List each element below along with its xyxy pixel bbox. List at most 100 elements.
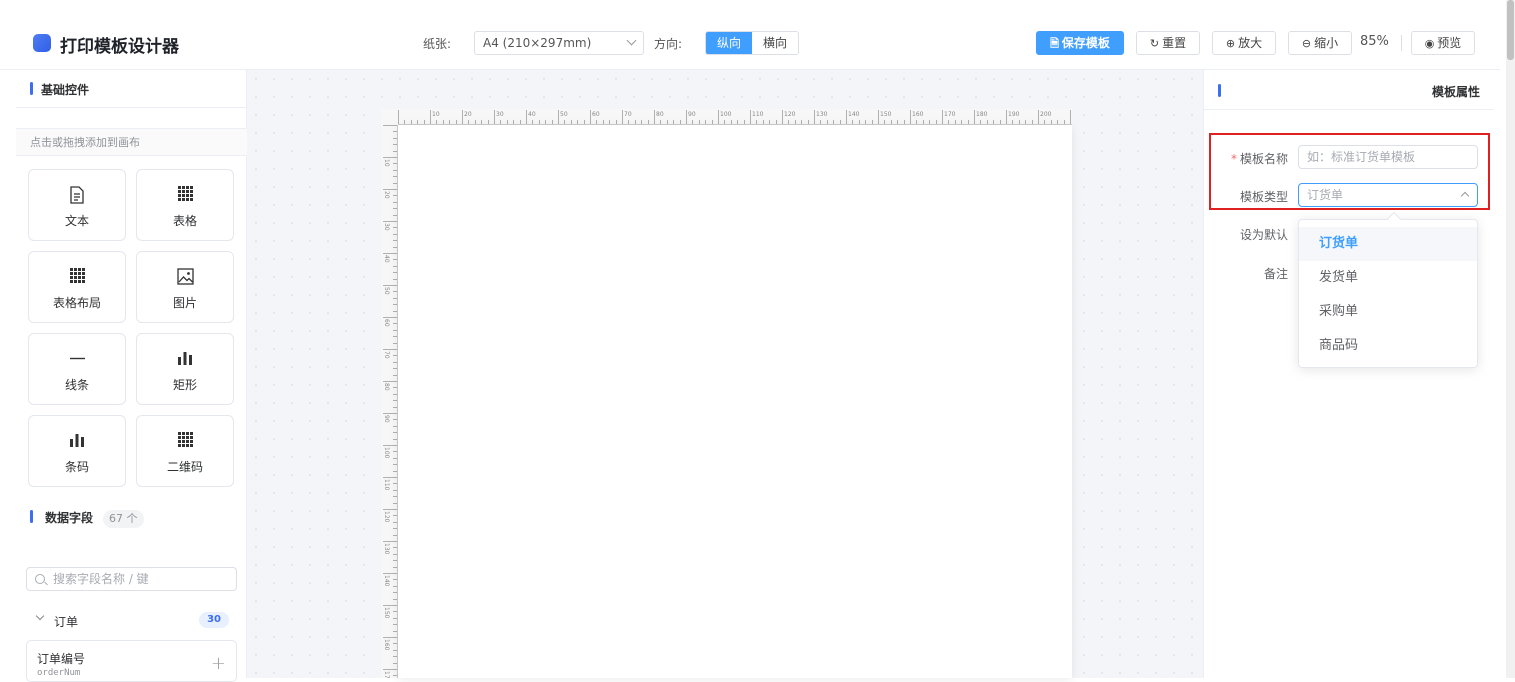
- ruler-tick: [929, 120, 931, 124]
- ruler-tick: [673, 120, 675, 124]
- ruler-tick: [903, 120, 905, 124]
- control-label: 表格: [172, 214, 197, 228]
- type-option-product-code[interactable]: 商品码: [1299, 329, 1477, 363]
- ruler-tick: [393, 656, 397, 658]
- control-line[interactable]: 线条: [28, 333, 126, 405]
- save-template-button[interactable]: 🗎 保存模板: [1036, 31, 1124, 55]
- control-table-layout[interactable]: 表格布局: [28, 251, 126, 323]
- ruler-tick: [383, 477, 397, 478]
- orientation-label: 方向:: [654, 37, 683, 51]
- ruler-label: 190: [1008, 111, 1020, 118]
- orientation-landscape-button[interactable]: 横向: [752, 32, 799, 54]
- control-qrcode[interactable]: 二维码: [136, 415, 234, 487]
- ruler-label: 70: [624, 111, 632, 118]
- ruler-tick: [820, 120, 822, 124]
- type-option-order[interactable]: 订货单: [1299, 227, 1477, 261]
- document-icon: [70, 186, 84, 204]
- ruler-tick: [506, 120, 508, 124]
- ruler-tick: [577, 120, 579, 124]
- zoom-in-button[interactable]: ⊕ 放大: [1212, 31, 1276, 55]
- paper-size-value: A4 (210×297mm): [483, 36, 592, 50]
- ruler-tick: [839, 120, 841, 124]
- top-toolbar: 打印模板设计器 纸张: A4 (210×297mm) 方向: 纵向 横向 🗎 保存…: [0, 0, 1500, 70]
- ruler-tick: [393, 336, 397, 338]
- ruler-tick: [393, 566, 397, 568]
- properties-header: 模板属性: [1204, 70, 1493, 110]
- ruler-tick: [393, 150, 397, 152]
- ruler-tick: [609, 120, 611, 124]
- ruler-tick: [393, 400, 397, 402]
- field-search-input[interactable]: 搜索字段名称 / 键: [26, 567, 237, 591]
- ruler-label: 60: [383, 319, 390, 327]
- template-type-dropdown: 订货单 发货单 采购单 商品码: [1298, 211, 1478, 368]
- ruler-tick: [393, 355, 397, 357]
- zoom-in-label: 放大: [1238, 36, 1263, 50]
- ruler-tick: [737, 120, 739, 124]
- control-image[interactable]: 图片: [136, 251, 234, 323]
- orientation-toggle[interactable]: 纵向 横向: [705, 31, 800, 55]
- grid-icon: [69, 268, 85, 283]
- zoom-out-button[interactable]: ⊖ 缩小: [1288, 31, 1352, 55]
- add-icon[interactable]: +: [211, 653, 226, 674]
- ruler-tick: [513, 120, 515, 124]
- ruler-tick: [794, 120, 796, 124]
- ruler-tick: [393, 291, 397, 293]
- ruler-tick: [436, 120, 438, 124]
- ruler-tick: [393, 342, 397, 344]
- ruler-tick: [775, 120, 777, 124]
- ruler-tick: [1050, 120, 1052, 124]
- field-item[interactable]: 订单编号 orderNum +: [26, 640, 237, 682]
- ruler-tick: [1025, 120, 1027, 124]
- control-label: 二维码: [166, 460, 203, 474]
- page-scrollbar[interactable]: [1506, 0, 1515, 678]
- control-barcode[interactable]: 条码: [28, 415, 126, 487]
- ruler-tick: [948, 120, 950, 124]
- toolbar-divider: [1401, 35, 1402, 51]
- ruler-tick: [383, 221, 397, 222]
- fields-count-badge: 67 个: [103, 510, 144, 528]
- bar-chart-icon: [178, 352, 192, 365]
- ruler-tick: [410, 120, 412, 124]
- reset-button[interactable]: ↻ 重置: [1136, 31, 1200, 55]
- ruler-tick: [481, 120, 483, 124]
- ruler-tick: [724, 120, 726, 124]
- type-option-delivery[interactable]: 发货单: [1299, 261, 1477, 295]
- chevron-down-icon: [35, 611, 45, 621]
- ruler-tick: [393, 489, 397, 491]
- scrollbar-thumb[interactable]: [1507, 0, 1514, 60]
- control-rectangle[interactable]: 矩形: [136, 333, 234, 405]
- ruler-tick: [393, 419, 397, 421]
- ruler-tick: [393, 496, 397, 498]
- set-default-label: 设为默认: [1239, 228, 1288, 242]
- paper-canvas[interactable]: [398, 125, 1072, 678]
- preview-button[interactable]: ◉ 预览: [1411, 31, 1475, 55]
- control-text[interactable]: 文本: [28, 169, 126, 241]
- ruler-tick: [393, 598, 397, 600]
- ruler-label: 50: [560, 111, 568, 118]
- ruler-tick: [711, 120, 713, 124]
- controls-hint: 点击或拖拽添加到画布: [16, 128, 247, 156]
- template-type-select[interactable]: 订货单: [1298, 183, 1478, 207]
- ruler-label: 40: [528, 111, 536, 118]
- ruler-tick: [538, 120, 540, 124]
- ruler-tick: [417, 120, 419, 124]
- ruler-tick: [393, 534, 397, 536]
- ruler-label: 200: [1040, 111, 1052, 118]
- ruler-tick: [383, 317, 397, 318]
- ruler-tick: [455, 120, 457, 124]
- ruler-tick: [564, 120, 566, 124]
- ruler-tick: [393, 240, 397, 242]
- ruler-tick: [393, 304, 397, 306]
- ruler-tick: [393, 246, 397, 248]
- ruler-tick: [393, 163, 397, 165]
- field-group-order[interactable]: 订单 30: [26, 610, 237, 632]
- ruler-tick: [393, 425, 397, 427]
- template-name-input[interactable]: 如：标准订货单模板: [1298, 145, 1478, 169]
- paper-size-select[interactable]: A4 (210×297mm): [474, 31, 644, 55]
- paper-label: 纸张:: [423, 37, 452, 51]
- orientation-portrait-button[interactable]: 纵向: [706, 32, 753, 54]
- control-table[interactable]: 表格: [136, 169, 234, 241]
- ruler-tick: [967, 120, 969, 124]
- ruler-tick: [393, 208, 397, 210]
- type-option-purchase[interactable]: 采购单: [1299, 295, 1477, 329]
